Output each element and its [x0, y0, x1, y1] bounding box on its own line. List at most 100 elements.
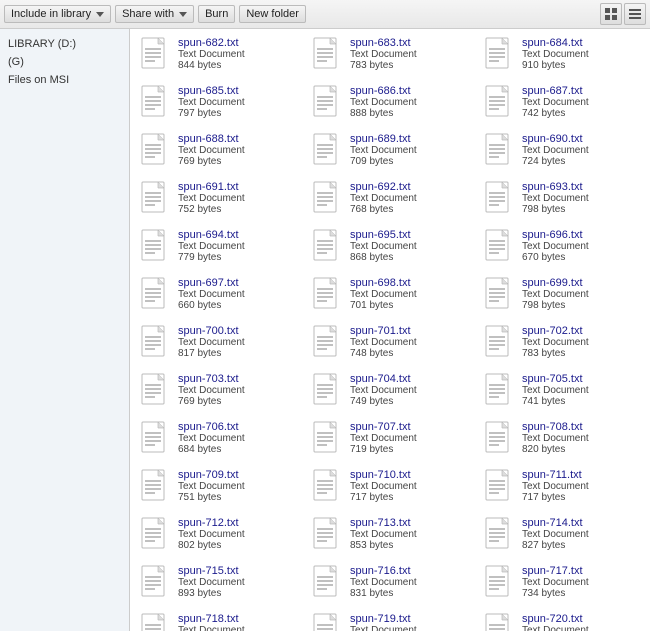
file-info: spun-703.txt Text Document 769 bytes [178, 373, 245, 407]
file-size: 752 bytes [178, 204, 245, 215]
file-item[interactable]: spun-694.txt Text Document 779 bytes [132, 225, 304, 271]
file-item[interactable]: spun-711.txt Text Document 717 bytes [476, 465, 648, 511]
file-item[interactable]: spun-695.txt Text Document 868 bytes [304, 225, 476, 271]
file-item[interactable]: spun-713.txt Text Document 853 bytes [304, 513, 476, 559]
file-area[interactable]: spun-682.txt Text Document 844 bytes spu… [130, 29, 650, 631]
file-size: 769 bytes [178, 156, 245, 167]
txt-file-icon [140, 421, 172, 459]
file-name: spun-689.txt [350, 133, 417, 145]
file-item[interactable]: spun-687.txt Text Document 742 bytes [476, 81, 648, 127]
file-icon [484, 325, 516, 363]
file-info: spun-700.txt Text Document 817 bytes [178, 325, 245, 359]
file-icon [140, 517, 172, 555]
burn-label: Burn [205, 8, 228, 20]
file-item[interactable]: spun-718.txt Text Document 804 bytes [132, 609, 304, 631]
file-grid: spun-682.txt Text Document 844 bytes spu… [132, 33, 648, 631]
file-type: Text Document [178, 145, 245, 156]
new-folder-label: New folder [246, 8, 299, 20]
file-icon [140, 469, 172, 507]
new-folder-button[interactable]: New folder [239, 5, 306, 23]
burn-button[interactable]: Burn [198, 5, 235, 23]
file-size: 853 bytes [350, 540, 417, 551]
file-info: spun-710.txt Text Document 717 bytes [350, 469, 417, 503]
file-item[interactable]: spun-690.txt Text Document 724 bytes [476, 129, 648, 175]
file-icon [484, 37, 516, 75]
file-name: spun-688.txt [178, 133, 245, 145]
file-type: Text Document [350, 193, 417, 204]
file-name: spun-699.txt [522, 277, 589, 289]
file-item[interactable]: spun-716.txt Text Document 831 bytes [304, 561, 476, 607]
file-icon [484, 229, 516, 267]
file-item[interactable]: spun-686.txt Text Document 888 bytes [304, 81, 476, 127]
file-item[interactable]: spun-688.txt Text Document 769 bytes [132, 129, 304, 175]
file-item[interactable]: spun-693.txt Text Document 798 bytes [476, 177, 648, 223]
file-type: Text Document [350, 241, 417, 252]
file-item[interactable]: spun-714.txt Text Document 827 bytes [476, 513, 648, 559]
file-item[interactable]: spun-715.txt Text Document 893 bytes [132, 561, 304, 607]
file-size: 741 bytes [522, 396, 589, 407]
view-options-button[interactable] [600, 3, 622, 25]
file-item[interactable]: spun-717.txt Text Document 734 bytes [476, 561, 648, 607]
file-item[interactable]: spun-705.txt Text Document 741 bytes [476, 369, 648, 415]
file-info: spun-706.txt Text Document 684 bytes [178, 421, 245, 455]
sidebar-item-g[interactable]: (G) [0, 53, 129, 71]
file-item[interactable]: spun-701.txt Text Document 748 bytes [304, 321, 476, 367]
include-library-button[interactable]: Include in library [4, 5, 111, 23]
txt-file-icon [484, 613, 516, 631]
file-size: 820 bytes [522, 444, 589, 455]
file-item[interactable]: spun-696.txt Text Document 670 bytes [476, 225, 648, 271]
file-type: Text Document [350, 145, 417, 156]
file-item[interactable]: spun-697.txt Text Document 660 bytes [132, 273, 304, 319]
file-item[interactable]: spun-710.txt Text Document 717 bytes [304, 465, 476, 511]
file-item[interactable]: spun-684.txt Text Document 910 bytes [476, 33, 648, 79]
file-item[interactable]: spun-692.txt Text Document 768 bytes [304, 177, 476, 223]
file-size: 734 bytes [522, 588, 589, 599]
share-with-button[interactable]: Share with [115, 5, 194, 23]
file-type: Text Document [522, 289, 589, 300]
file-item[interactable]: spun-691.txt Text Document 752 bytes [132, 177, 304, 223]
sidebar-item-msi[interactable]: Files on MSI [0, 71, 129, 89]
file-item[interactable]: spun-712.txt Text Document 802 bytes [132, 513, 304, 559]
file-name: spun-713.txt [350, 517, 417, 529]
file-name: spun-701.txt [350, 325, 417, 337]
file-icon [484, 469, 516, 507]
file-type: Text Document [350, 577, 417, 588]
file-item[interactable]: spun-682.txt Text Document 844 bytes [132, 33, 304, 79]
file-icon [140, 565, 172, 603]
file-size: 742 bytes [522, 108, 589, 119]
file-item[interactable]: spun-698.txt Text Document 701 bytes [304, 273, 476, 319]
file-item[interactable]: spun-683.txt Text Document 783 bytes [304, 33, 476, 79]
file-item[interactable]: spun-719.txt Text Document 748 bytes [304, 609, 476, 631]
file-name: spun-685.txt [178, 85, 245, 97]
file-item[interactable]: spun-706.txt Text Document 684 bytes [132, 417, 304, 463]
txt-file-icon [484, 421, 516, 459]
file-item[interactable]: spun-702.txt Text Document 783 bytes [476, 321, 648, 367]
file-item[interactable]: spun-703.txt Text Document 769 bytes [132, 369, 304, 415]
file-info: spun-689.txt Text Document 709 bytes [350, 133, 417, 167]
file-item[interactable]: spun-707.txt Text Document 719 bytes [304, 417, 476, 463]
view-details-button[interactable] [624, 3, 646, 25]
file-item[interactable]: spun-708.txt Text Document 820 bytes [476, 417, 648, 463]
file-item[interactable]: spun-689.txt Text Document 709 bytes [304, 129, 476, 175]
file-type: Text Document [178, 625, 245, 631]
file-icon [312, 517, 344, 555]
sidebar-item-library[interactable]: LIBRARY (D:) [0, 35, 129, 53]
file-name: spun-719.txt [350, 613, 417, 625]
file-type: Text Document [178, 241, 245, 252]
include-library-label: Include in library [11, 8, 91, 20]
txt-file-icon [140, 517, 172, 555]
file-type: Text Document [522, 145, 589, 156]
file-name: spun-704.txt [350, 373, 417, 385]
file-item[interactable]: spun-685.txt Text Document 797 bytes [132, 81, 304, 127]
file-item[interactable]: spun-700.txt Text Document 817 bytes [132, 321, 304, 367]
txt-file-icon [484, 517, 516, 555]
file-item[interactable]: spun-720.txt Text Document 779 bytes [476, 609, 648, 631]
file-type: Text Document [178, 433, 245, 444]
file-item[interactable]: spun-699.txt Text Document 798 bytes [476, 273, 648, 319]
file-name: spun-715.txt [178, 565, 245, 577]
file-icon [140, 325, 172, 363]
file-item[interactable]: spun-704.txt Text Document 749 bytes [304, 369, 476, 415]
file-item[interactable]: spun-709.txt Text Document 751 bytes [132, 465, 304, 511]
file-size: 798 bytes [522, 204, 589, 215]
file-name: spun-691.txt [178, 181, 245, 193]
